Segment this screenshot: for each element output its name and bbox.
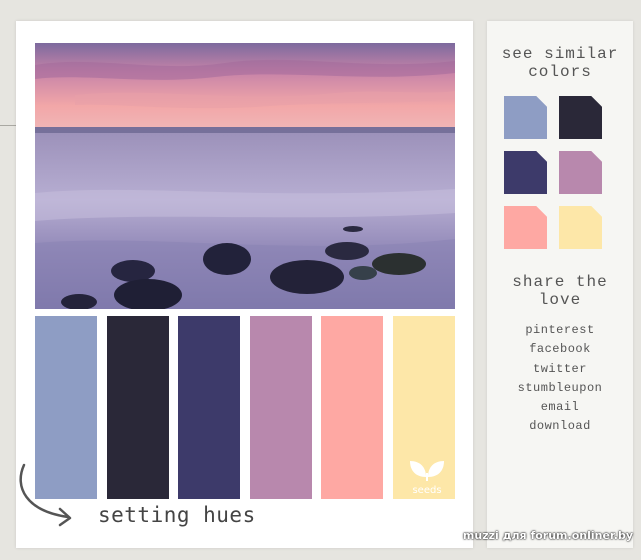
pinterest-link[interactable]: pinterest [487, 321, 633, 340]
swatch-3 [178, 316, 241, 499]
similar-color-4[interactable] [559, 151, 602, 194]
curved-arrow-icon [16, 461, 80, 535]
credit-watermark: muzzi для forum.onliner.by [462, 529, 633, 542]
stumbleupon-link[interactable]: stumbleupon [487, 379, 633, 398]
twitter-link[interactable]: twitter [487, 360, 633, 379]
similar-colors-title-text: see similar colors [501, 45, 619, 81]
share-links: pinterest facebook twitter stumbleupon e… [487, 321, 633, 437]
download-link[interactable]: download [487, 417, 633, 436]
seeds-logo: seeds [404, 453, 450, 497]
similar-color-3[interactable] [504, 151, 547, 194]
facebook-link[interactable]: facebook [487, 340, 633, 359]
similar-color-5[interactable] [504, 206, 547, 249]
share-title: share the love [487, 273, 633, 309]
similar-color-1[interactable] [504, 96, 547, 139]
palette-card: seeds setting hues [16, 21, 473, 548]
sidebar: see similar colors share the love pinter… [487, 21, 633, 548]
seeds-leaf-icon: seeds [410, 461, 444, 496]
swatch-2 [106, 316, 169, 499]
caption-text: setting hues [98, 503, 256, 527]
beach-sunset-photo [35, 43, 455, 309]
similar-color-2[interactable] [559, 96, 602, 139]
logo-text: seeds [412, 485, 441, 496]
divider-line [0, 125, 16, 126]
swatch-4 [249, 316, 312, 499]
color-palette [35, 316, 456, 499]
similar-color-6[interactable] [559, 206, 602, 249]
share-title-text: share the love [512, 273, 608, 309]
swatch-5 [321, 316, 384, 499]
similar-colors-title: see similar colors [487, 45, 633, 81]
email-link[interactable]: email [487, 398, 633, 417]
